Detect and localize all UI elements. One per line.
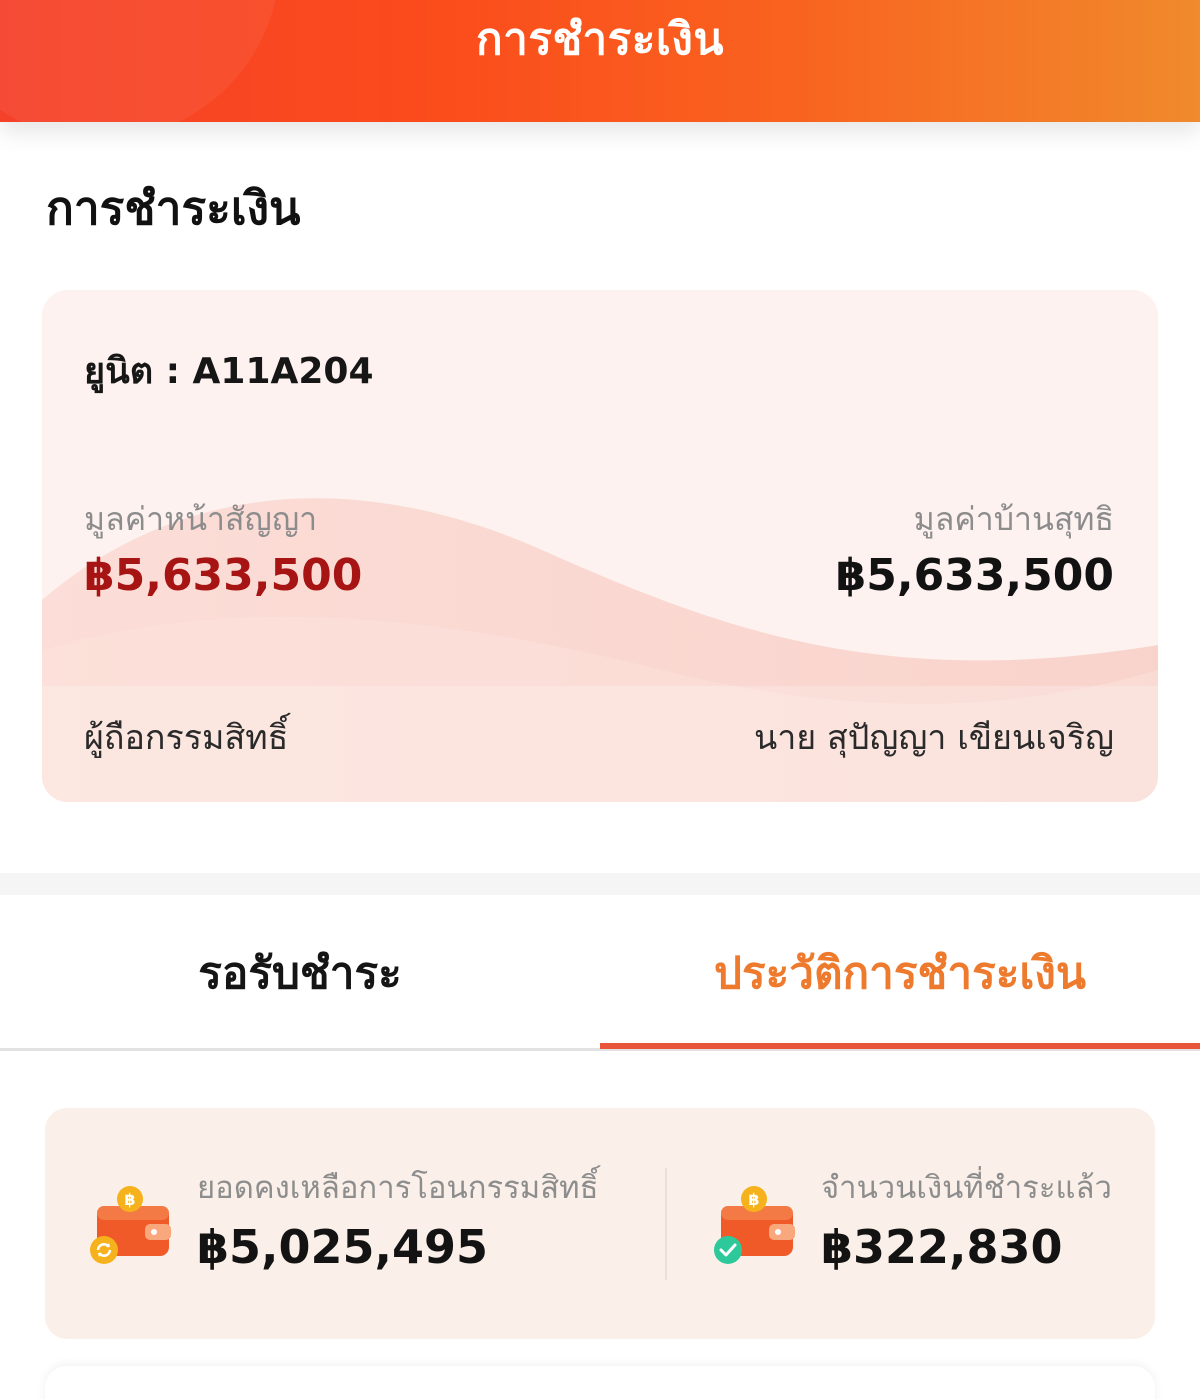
remaining-balance-label: ยอดคงเหลือการโอนกรรมสิทธิ์ bbox=[197, 1170, 599, 1206]
app-header: การชำระเงิน bbox=[0, 0, 1200, 122]
payment-tabs: รอรับชำระ ประวัติการชำระเงิน bbox=[0, 896, 1200, 1052]
section-separator bbox=[0, 873, 1200, 895]
svg-text:฿: ฿ bbox=[748, 1190, 759, 1209]
next-card bbox=[45, 1366, 1155, 1399]
tab-payment-history[interactable]: ประวัติการชำระเงิน bbox=[600, 896, 1200, 1050]
remaining-balance-amount: ฿5,025,495 bbox=[197, 1220, 489, 1274]
unit-card: ยูนิต : A11A204 มูลค่าหน้าสัญญา ฿5,633,5… bbox=[42, 290, 1158, 802]
wallet-refresh-icon: ฿ bbox=[90, 1186, 171, 1264]
summary-divider bbox=[665, 1168, 667, 1280]
payment-summary-card: ฿ ยอดคงเหลือการโอนกรรมสิทธิ์ ฿5,025,495 … bbox=[45, 1108, 1155, 1339]
tab-pending-payment[interactable]: รอรับชำระ bbox=[0, 896, 600, 1050]
paid-amount-label: จำนวนเงินที่ชำระแล้ว bbox=[821, 1170, 1112, 1206]
owner-name: นาย สุปัญญา เขียนเจริญ bbox=[753, 718, 1114, 758]
page-title: การชำระเงิน bbox=[46, 181, 301, 235]
unit-number: ยูนิต : A11A204 bbox=[84, 351, 374, 392]
net-value-label: มูลค่าบ้านสุทธิ bbox=[913, 500, 1114, 538]
paid-amount-value: ฿322,830 bbox=[821, 1220, 1063, 1274]
owner-label: ผู้ถือกรรมสิทธิ์ bbox=[84, 718, 289, 758]
net-value-amount: ฿5,633,500 bbox=[835, 550, 1114, 601]
wallet-check-icon: ฿ bbox=[714, 1186, 795, 1264]
svg-text:฿: ฿ bbox=[124, 1190, 135, 1209]
contract-value-label: มูลค่าหน้าสัญญา bbox=[84, 500, 318, 538]
active-tab-indicator bbox=[600, 1043, 1200, 1049]
contract-value-amount: ฿5,633,500 bbox=[84, 550, 363, 601]
header-title: การชำระเงิน bbox=[476, 14, 724, 65]
